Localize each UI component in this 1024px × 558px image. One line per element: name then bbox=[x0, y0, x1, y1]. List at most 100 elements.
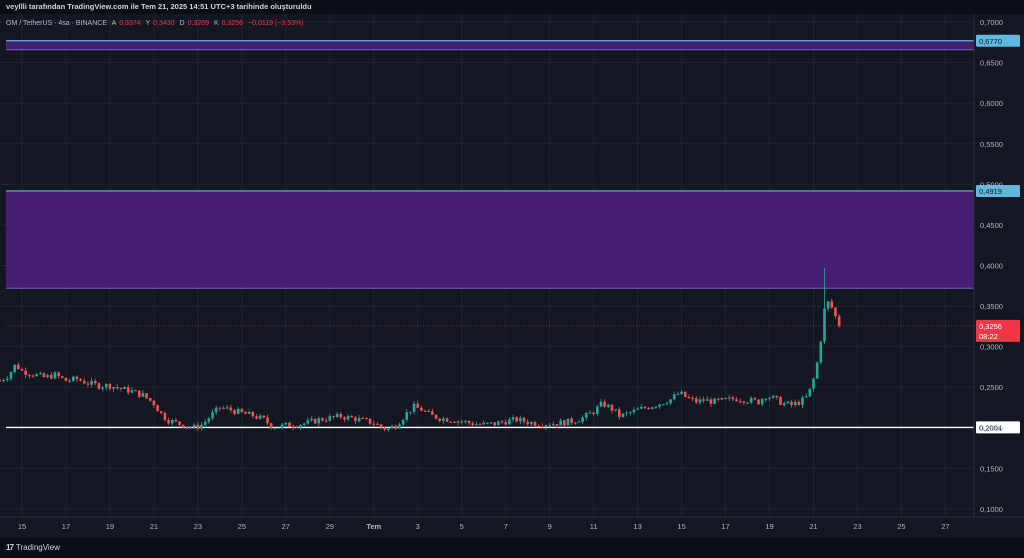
candle-body bbox=[339, 413, 343, 418]
candle-body bbox=[757, 399, 760, 405]
candle-body bbox=[64, 377, 68, 382]
candle-body bbox=[13, 364, 16, 373]
candle-body bbox=[390, 425, 394, 429]
candle-body bbox=[365, 418, 368, 420]
time-axis[interactable]: 15 17 19 21 23 25 27 29 Tem 3 5 7 9 11 13 15 17 19 21 23 25 2… bbox=[0, 516, 1024, 531]
candle-body bbox=[368, 418, 372, 424]
y-tick-label: 0,5000 bbox=[980, 180, 1003, 189]
candle-body bbox=[427, 410, 431, 412]
candle-body bbox=[299, 424, 302, 428]
candle-body bbox=[361, 417, 365, 419]
symbol-info[interactable]: OM / TetherUS · 4sa · BINANCE bbox=[6, 20, 107, 27]
candle-body bbox=[552, 424, 555, 426]
x-tick-label: 25 bbox=[238, 522, 246, 531]
candle-body bbox=[317, 418, 321, 424]
candle-body bbox=[486, 422, 489, 424]
candle-body bbox=[306, 420, 310, 424]
x-tick-label: 11 bbox=[590, 522, 598, 531]
candle-body bbox=[570, 418, 573, 424]
candle-body bbox=[808, 388, 812, 397]
candle-body bbox=[423, 410, 427, 412]
candle-body bbox=[669, 399, 672, 404]
candle-body bbox=[255, 416, 258, 419]
candle-body bbox=[790, 401, 793, 405]
candle-body bbox=[588, 412, 592, 414]
candle-body bbox=[775, 395, 779, 398]
candle-body bbox=[24, 370, 27, 375]
price-chart[interactable]: 0,67700,4919 0,2004 0,325608:22 0,70000,… bbox=[0, 0, 1024, 558]
candle-body bbox=[515, 417, 518, 422]
candle-body bbox=[203, 421, 207, 425]
candle-body bbox=[643, 406, 647, 408]
candle-body bbox=[405, 412, 409, 420]
candle-body bbox=[277, 427, 280, 429]
close-value: 0,3256 bbox=[221, 20, 244, 27]
candle-body bbox=[93, 380, 97, 384]
candle-body bbox=[346, 415, 350, 420]
candle-body bbox=[225, 407, 229, 409]
candle-body bbox=[577, 421, 581, 423]
candle-body bbox=[145, 393, 148, 399]
candle-body bbox=[291, 426, 295, 428]
candle-body bbox=[603, 401, 606, 407]
candle-body bbox=[273, 428, 277, 430]
candle-body bbox=[101, 387, 104, 389]
candle-body bbox=[328, 416, 332, 421]
candle-body bbox=[467, 420, 471, 424]
current-price-label: 0,3256 bbox=[979, 322, 1002, 331]
candle-body bbox=[530, 422, 533, 425]
candle-body bbox=[511, 417, 515, 420]
price-axis[interactable]: 0,7000 0,6500 0,6000 0,5500 0,5000 0,4500 0,40… bbox=[973, 14, 1003, 517]
candle-body bbox=[599, 401, 603, 407]
y-tick-label: 0,4000 bbox=[980, 262, 1003, 271]
candle-body bbox=[416, 403, 420, 408]
candle-body bbox=[141, 393, 145, 397]
candle-body bbox=[302, 423, 306, 425]
candle-body bbox=[2, 379, 5, 381]
candle-body bbox=[823, 308, 826, 342]
candle-body bbox=[156, 405, 159, 412]
candle-body bbox=[236, 408, 240, 414]
candle-body bbox=[797, 401, 801, 405]
candle-body bbox=[0, 380, 2, 382]
candle-body bbox=[749, 398, 753, 403]
tradingview-logo[interactable]: 17 TradingView bbox=[6, 543, 60, 552]
candle-body bbox=[137, 390, 141, 397]
candle-body bbox=[555, 424, 559, 426]
y-tick-label: 0,2000 bbox=[980, 424, 1003, 433]
candle-body bbox=[500, 421, 504, 423]
candle-body bbox=[826, 301, 830, 309]
candle-body bbox=[28, 374, 31, 376]
x-tick-label: 23 bbox=[853, 522, 861, 531]
candle-body bbox=[464, 420, 467, 422]
supply-zone bbox=[6, 190, 974, 289]
candle-body bbox=[698, 399, 702, 403]
candle-body bbox=[266, 417, 269, 424]
candle-body bbox=[709, 399, 713, 404]
x-tick-label: 27 bbox=[282, 522, 290, 531]
candle-body bbox=[192, 424, 196, 428]
candle-body bbox=[442, 418, 445, 421]
candle-body bbox=[167, 420, 170, 424]
candle-body bbox=[504, 422, 507, 425]
candle-body bbox=[35, 374, 38, 377]
candle-body bbox=[200, 424, 203, 429]
candle-body bbox=[742, 401, 746, 403]
candle-body bbox=[764, 398, 768, 400]
candle-body bbox=[196, 424, 200, 429]
candle-body bbox=[475, 424, 478, 426]
candle-body bbox=[493, 422, 496, 426]
candle-body bbox=[376, 423, 379, 425]
candle-body bbox=[218, 407, 222, 409]
symbol-legend[interactable]: OM / TetherUS · 4sa · BINANCE A 0,3374 Y0… bbox=[6, 20, 307, 27]
tradingview-logo-icon: 17 bbox=[6, 543, 14, 552]
candle-body bbox=[383, 427, 387, 430]
candle-body bbox=[420, 407, 423, 411]
candle-body bbox=[815, 362, 819, 379]
y-tick-label: 0,3500 bbox=[980, 302, 1003, 311]
candle-body bbox=[350, 415, 354, 418]
candle-body bbox=[676, 393, 680, 395]
candle-body bbox=[574, 422, 577, 424]
candle-body bbox=[335, 413, 339, 417]
candle-body bbox=[258, 415, 262, 419]
